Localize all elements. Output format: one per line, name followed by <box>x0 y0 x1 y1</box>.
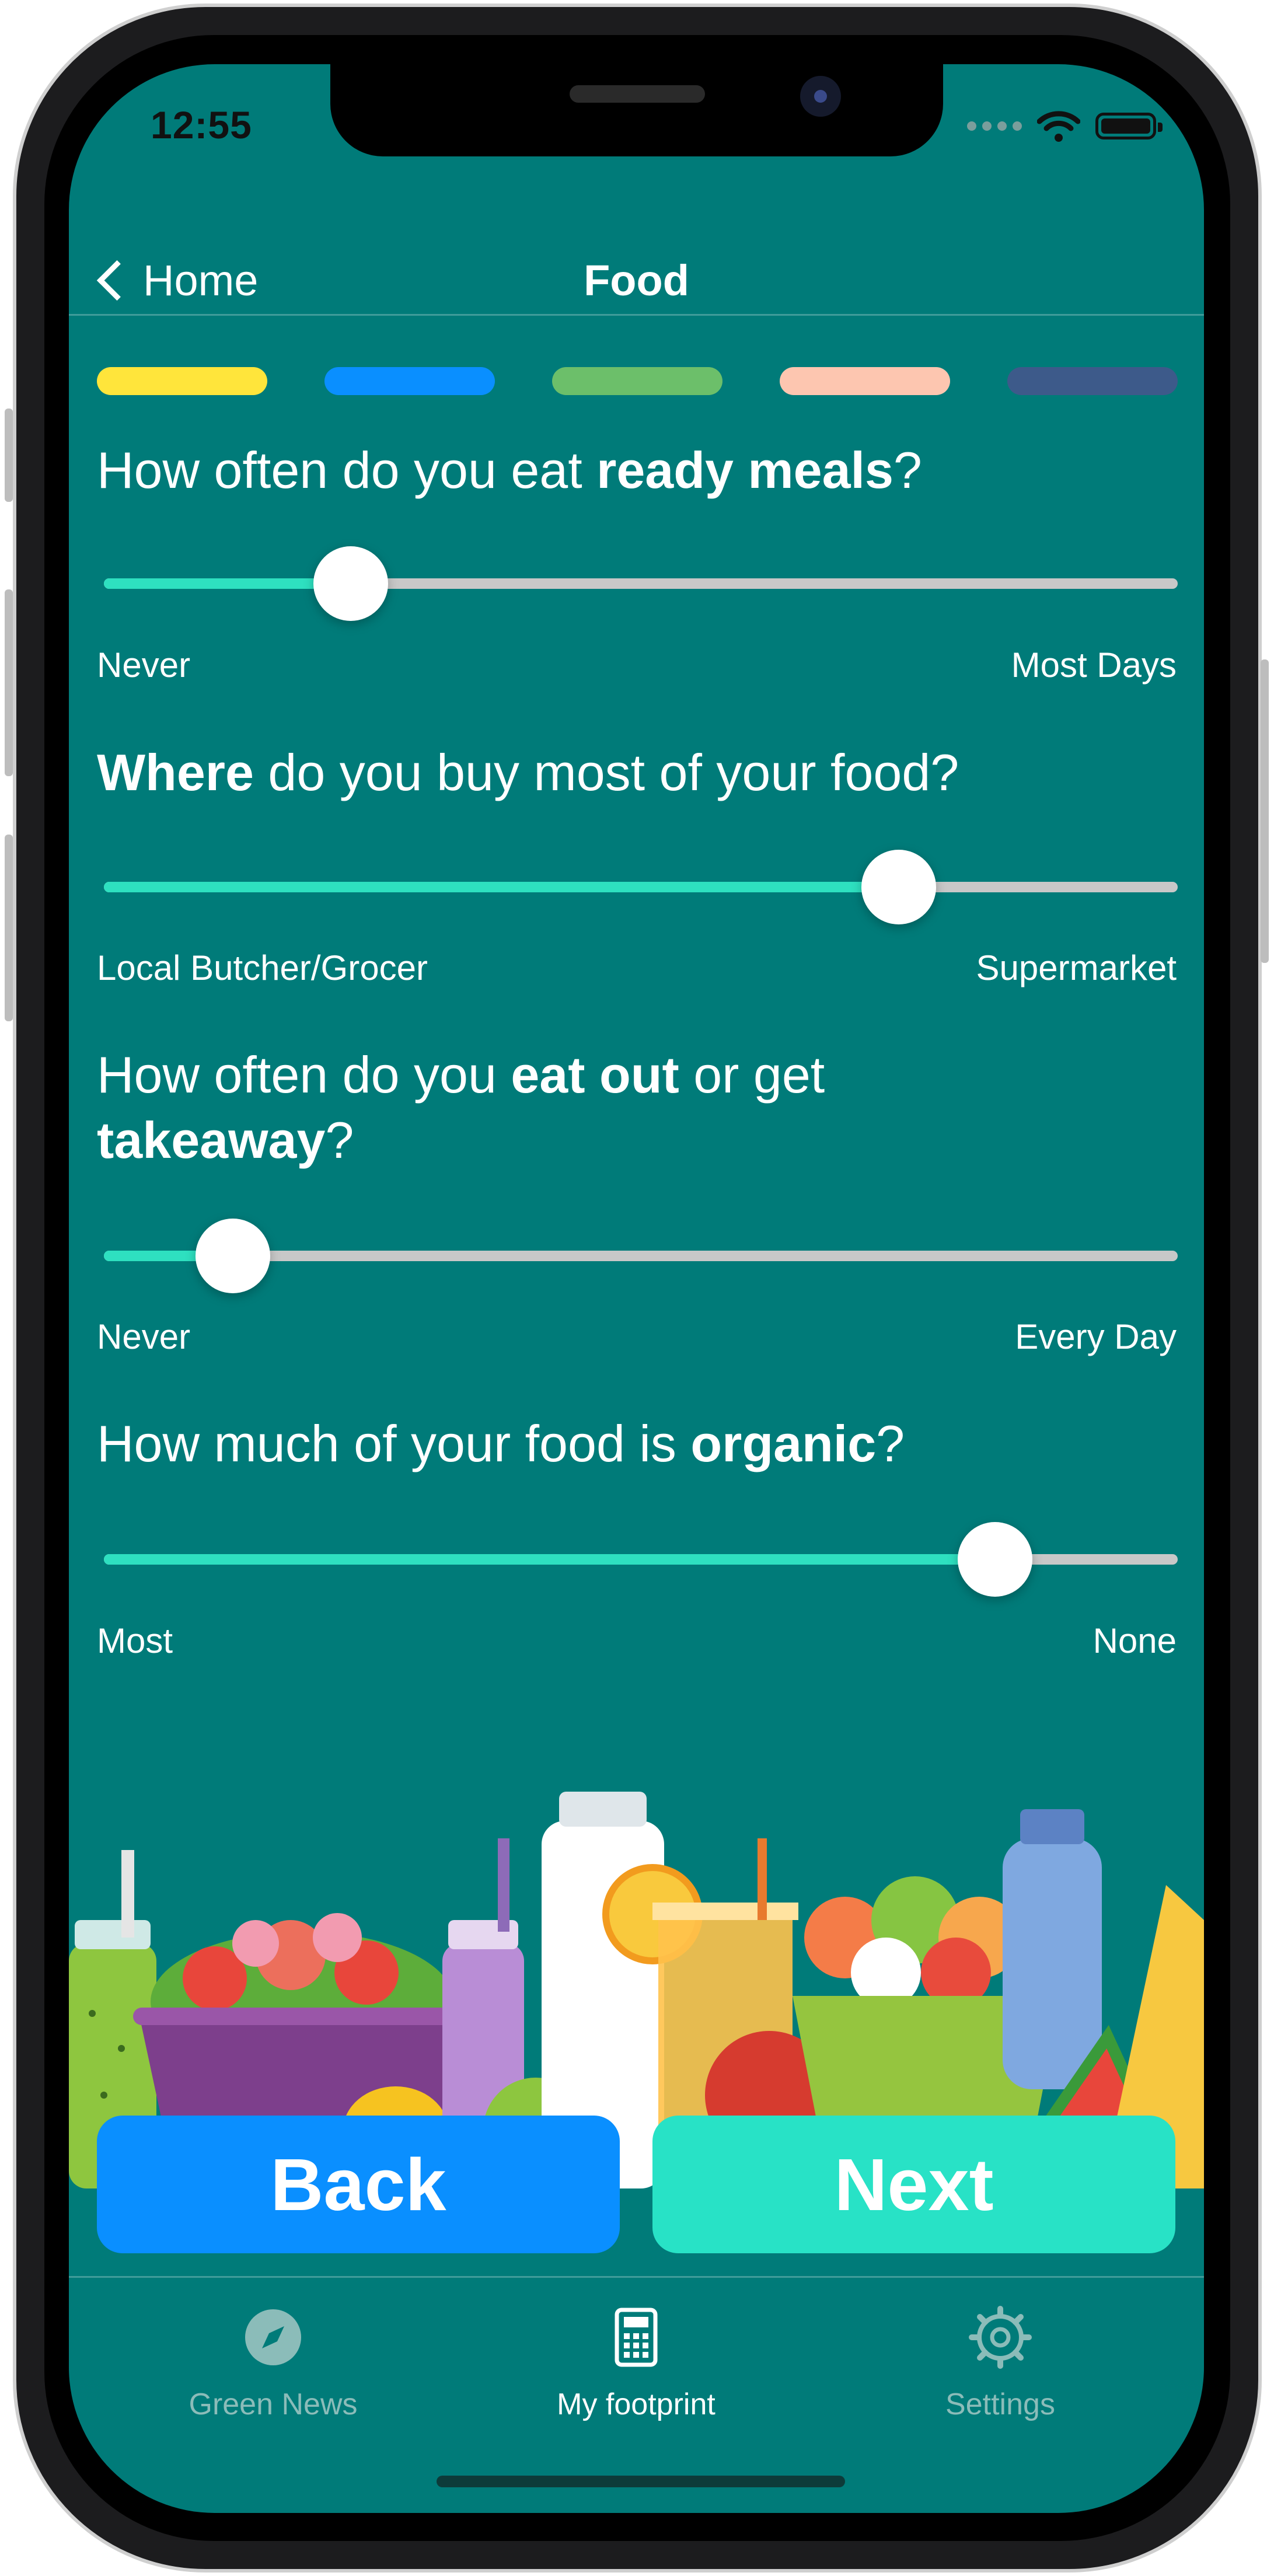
wifi-icon <box>1037 111 1080 142</box>
slider-thumb[interactable] <box>195 1219 270 1293</box>
scale-max-label: Most Days <box>1011 645 1177 685</box>
speaker <box>570 85 705 103</box>
progress-steps <box>97 367 1178 395</box>
status-icons <box>967 110 1163 142</box>
slider-where-buy[interactable] <box>104 849 1178 925</box>
navigation-bar: Home Food <box>69 251 1204 309</box>
slider-fill <box>104 1554 996 1565</box>
scale-max-label: None <box>1093 1621 1177 1660</box>
slider-organic[interactable] <box>104 1521 1178 1597</box>
front-camera <box>800 76 841 117</box>
tab-label: Green News <box>189 2387 358 2421</box>
tab-green-news[interactable]: Green News <box>121 2282 425 2434</box>
next-button[interactable]: Next <box>652 2116 1175 2253</box>
app-screen: 12:55 Home Food How often do you eat rea… <box>69 64 1204 2513</box>
question-where-buy: Where do you buy most of your food? <box>97 744 959 801</box>
progress-step <box>552 367 722 395</box>
signal-dots-icon <box>967 121 1022 131</box>
status-time: 12:55 <box>151 103 252 146</box>
scale-max-label: Every Day <box>1015 1317 1177 1356</box>
slider-track <box>104 882 1178 892</box>
calculator-icon <box>615 2308 658 2367</box>
tab-bar: Green News My footprint Settings <box>69 2282 1204 2434</box>
side-button-silent <box>5 409 13 502</box>
water-bottle <box>1003 1809 1102 2089</box>
scale-max-label: Supermarket <box>976 948 1177 987</box>
question-eat-out: How often do you eat out or get takeaway? <box>97 1046 825 1169</box>
scale-min-label: Most <box>97 1621 173 1660</box>
back-button[interactable]: Back <box>97 2116 620 2253</box>
side-button-volume-down <box>5 835 13 1021</box>
progress-step <box>780 367 950 395</box>
slider-thumb[interactable] <box>861 850 936 924</box>
battery-icon <box>1095 113 1163 139</box>
side-button-volume-up <box>5 589 13 776</box>
question-ready-meals: How often do you eat ready meals? <box>97 441 922 499</box>
slider-track <box>104 578 1178 589</box>
side-button-power <box>1261 659 1269 963</box>
slider-eat-out[interactable] <box>104 1218 1178 1294</box>
tab-bar-divider <box>69 2276 1204 2278</box>
gear-icon <box>969 2306 1032 2369</box>
home-indicator <box>437 2476 845 2487</box>
slider-thumb[interactable] <box>313 546 389 621</box>
tab-my-footprint[interactable]: My footprint <box>484 2282 788 2434</box>
progress-step <box>1007 367 1178 395</box>
page-title: Food <box>584 256 689 305</box>
progress-step <box>97 367 267 395</box>
progress-step <box>324 367 495 395</box>
scale-min-label: Local Butcher/Grocer <box>97 948 428 987</box>
scale-min-label: Never <box>97 645 191 685</box>
notch <box>330 64 943 156</box>
tab-settings[interactable]: Settings <box>849 2282 1152 2434</box>
question-organic: How much of your food is organic? <box>97 1415 905 1472</box>
scale-min-label: Never <box>97 1317 191 1356</box>
tab-label: Settings <box>945 2387 1055 2421</box>
slider-thumb[interactable] <box>958 1522 1033 1597</box>
nav-divider <box>69 314 1204 316</box>
slider-ready-meals[interactable] <box>104 546 1178 622</box>
compass-icon <box>245 2309 301 2365</box>
tab-label: My footprint <box>557 2387 715 2421</box>
slider-fill <box>104 882 899 892</box>
